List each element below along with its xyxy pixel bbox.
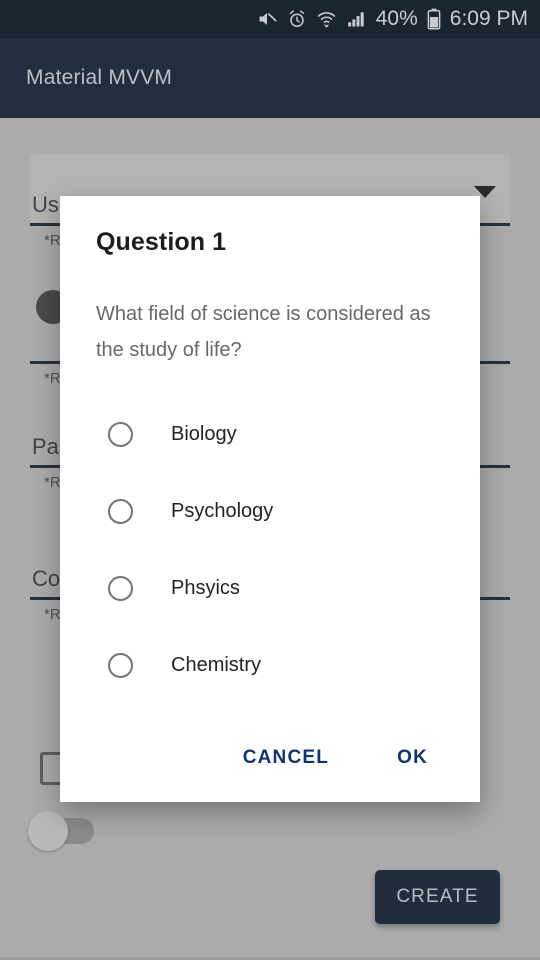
app-title: Material MVVM — [26, 66, 173, 89]
wifi-icon — [316, 9, 337, 29]
radio-button-icon[interactable] — [108, 422, 133, 447]
create-button[interactable]: CREATE — [375, 870, 500, 924]
question-dialog: Question 1 What field of science is cons… — [60, 196, 480, 802]
option-label: Chemistry — [171, 654, 262, 676]
alarm-icon — [287, 9, 307, 29]
notify-switch[interactable] — [28, 811, 94, 851]
signal-icon — [346, 9, 367, 29]
clock-label: 6:09 PM — [449, 6, 528, 30]
option-row[interactable]: Phsyics — [60, 550, 480, 627]
phone-screen: 40% 6:09 PM Material MVVM Username *Requ… — [0, 0, 540, 960]
option-row[interactable]: Biology — [60, 396, 480, 473]
switch-knob — [28, 811, 68, 851]
radio-button-icon[interactable] — [108, 653, 133, 678]
options-radio-group: Biology Psychology Phsyics Chemistry — [60, 396, 480, 704]
radio-button-icon[interactable] — [108, 576, 133, 601]
option-row[interactable]: Psychology — [60, 473, 480, 550]
dialog-title: Question 1 — [96, 228, 227, 256]
ok-button[interactable]: OK — [383, 737, 442, 779]
option-label: Biology — [171, 423, 237, 445]
dialog-action-bar: CANCEL OK — [60, 714, 480, 802]
cancel-button[interactable]: CANCEL — [229, 737, 343, 779]
option-row[interactable]: Chemistry — [60, 627, 480, 704]
radio-button-icon[interactable] — [108, 499, 133, 524]
dialog-message: What field of science is considered as t… — [96, 303, 431, 361]
option-label: Phsyics — [171, 577, 240, 599]
mute-icon — [256, 9, 278, 29]
status-bar: 40% 6:09 PM — [0, 0, 540, 38]
app-toolbar: Material MVVM — [0, 38, 540, 118]
battery-icon — [427, 8, 441, 30]
battery-percent-label: 40% — [375, 6, 418, 30]
option-label: Psychology — [171, 500, 274, 522]
